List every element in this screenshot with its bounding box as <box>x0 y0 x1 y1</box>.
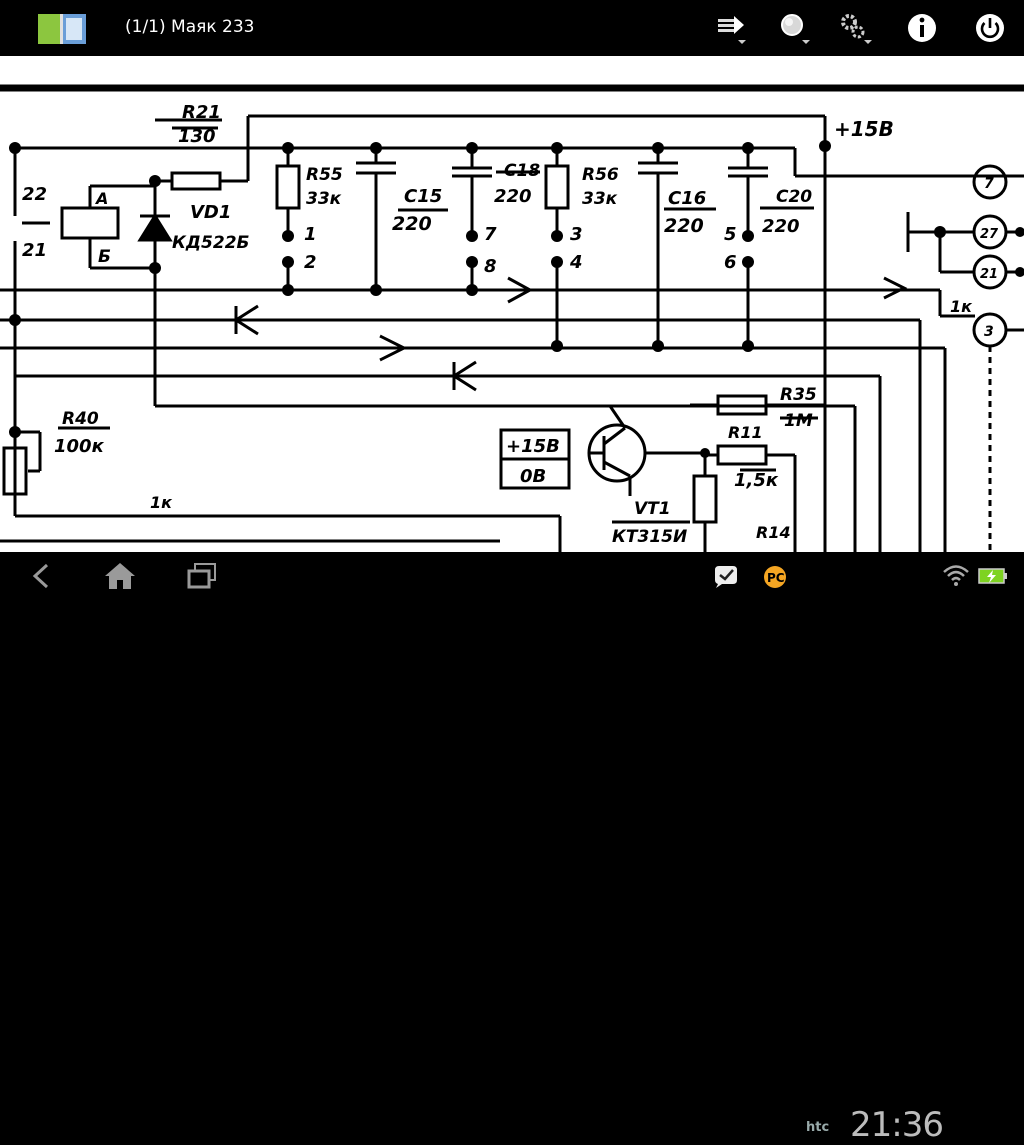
box-plus15-label: +15В <box>506 436 560 457</box>
c18-ref: C18 <box>504 161 540 181</box>
pin-3-label: 3 <box>570 224 583 245</box>
clock: 21:36 <box>850 1105 944 1145</box>
r40-ref: R40 <box>62 409 99 429</box>
pin-21-label: 21 <box>22 240 47 261</box>
magnifier-icon <box>781 14 810 44</box>
r11-value: 1,5к <box>734 470 779 491</box>
vt1-value: КТ315И <box>612 527 687 547</box>
carrier-label: htc <box>806 1120 830 1135</box>
r21-ref: R21 <box>182 102 221 123</box>
r11-ref: R11 <box>728 423 763 442</box>
action-bar: (1/1) Маяк 233 <box>0 0 1024 56</box>
info-button[interactable] <box>898 6 946 50</box>
back-arrow-icon <box>32 563 49 589</box>
battery-charging-icon <box>978 568 1007 584</box>
c20-value: 220 <box>762 216 800 237</box>
box-0v-label: 0В <box>520 466 546 487</box>
home-button[interactable] <box>90 556 150 596</box>
label-1k-left: 1к <box>150 493 173 512</box>
document-page[interactable]: R21 130 +15В R55 33к C15 220 C18 220 R56… <box>0 56 1024 552</box>
schematic-diagram: R21 130 +15В R55 33к C15 220 C18 220 R56… <box>0 84 1024 552</box>
r56-ref: R56 <box>582 165 619 185</box>
settings-button[interactable] <box>830 6 878 50</box>
r21-value: 130 <box>178 126 216 147</box>
recent-apps-icon <box>187 563 216 589</box>
r55-value: 33к <box>306 189 342 209</box>
connector-7-label: 7 <box>984 176 994 192</box>
r40-value: 100к <box>54 436 105 457</box>
c15-ref: C15 <box>404 186 442 207</box>
connector-21-label: 21 <box>980 267 998 282</box>
connector-27-label: 27 <box>980 227 999 242</box>
c18-value: 220 <box>494 186 532 207</box>
system-nav-bar: PC htc 21:36 <box>0 552 1024 1145</box>
pc-sync-icon[interactable]: PC <box>762 564 790 590</box>
info-icon <box>908 14 936 42</box>
recent-apps-button[interactable] <box>172 556 232 596</box>
vd1-ref: VD1 <box>190 202 231 223</box>
relay-label-b: Б <box>98 247 111 267</box>
app-logo-icon[interactable] <box>38 12 86 46</box>
arrow-page-icon <box>718 16 746 44</box>
c20-ref: C20 <box>776 187 812 207</box>
document-title: (1/1) Маяк 233 <box>125 17 255 37</box>
vd1-value: КД522Б <box>172 233 250 253</box>
c16-value: 220 <box>664 215 704 237</box>
home-icon <box>105 563 135 589</box>
back-button[interactable] <box>12 556 72 596</box>
r14-ref: R14 <box>756 523 791 542</box>
pin-6-label: 6 <box>724 252 737 273</box>
pin-8-label: 8 <box>484 256 497 277</box>
power-icon <box>976 14 1004 42</box>
pin-7-label: 7 <box>484 224 497 245</box>
exit-button[interactable] <box>966 6 1014 50</box>
zoom-button[interactable] <box>768 6 816 50</box>
relay-label-a: А <box>94 189 108 208</box>
connector-3-label: 3 <box>984 324 994 340</box>
r35-ref: R35 <box>780 385 817 405</box>
c16-ref: C16 <box>668 188 706 209</box>
wifi-icon <box>943 565 969 586</box>
pin-4-label: 4 <box>569 252 583 273</box>
pin-22-label: 22 <box>22 184 47 205</box>
notification-check-icon[interactable] <box>712 564 740 590</box>
plus15v-top-label: +15В <box>834 117 894 141</box>
gear-icon <box>841 14 872 44</box>
r56-value: 33к <box>582 189 618 209</box>
c15-value: 220 <box>392 213 432 235</box>
r55-ref: R55 <box>306 165 343 185</box>
svg-text:PC: PC <box>767 571 785 585</box>
vt1-ref: VT1 <box>634 499 671 519</box>
pin-1-label: 1 <box>304 224 317 245</box>
r35-value: 1М <box>784 411 813 431</box>
goto-page-button[interactable] <box>704 6 752 50</box>
pin-2-label: 2 <box>304 252 317 273</box>
pin-5-label: 5 <box>724 224 737 245</box>
label-1k-right: 1к <box>950 297 973 316</box>
